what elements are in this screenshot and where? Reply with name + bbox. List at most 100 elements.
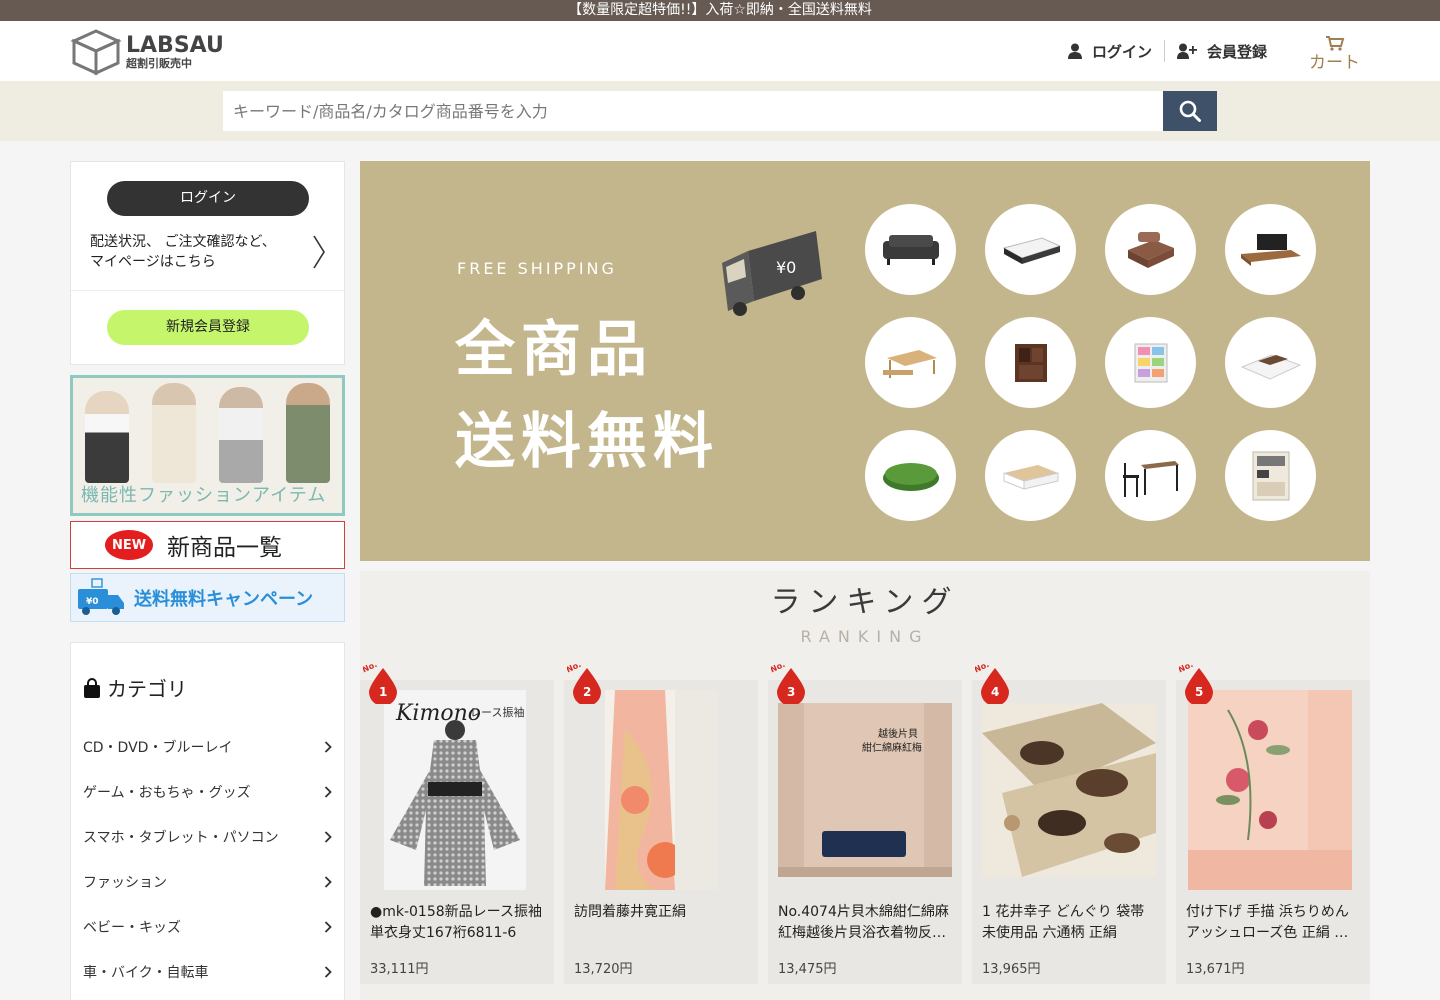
category-item[interactable]: CD・DVD・ブルーレイ: [71, 724, 344, 769]
category-title: カテゴリ: [107, 677, 187, 701]
product-price: 13,671円: [1186, 962, 1245, 977]
category-item[interactable]: ゲーム・おもちゃ・グッズ: [71, 769, 344, 814]
rank-badge-icon: No. 1: [363, 662, 397, 704]
rank-badge-prefix: No.: [1179, 662, 1194, 674]
dining-table-icon: [865, 317, 956, 408]
category-label: ゲーム・おもちゃ・グッズ: [83, 784, 251, 801]
furniture-circles: [865, 204, 1316, 521]
ranking-subtitle: RANKING: [800, 627, 930, 646]
rank-number: 3: [787, 685, 795, 699]
kotatsu-icon: [1225, 317, 1316, 408]
hero-headline: 送料無料: [455, 407, 719, 477]
sidebar: ログイン 配送状況、 ご注文確認など、 マイページはこちら 新規会員登録 機能性…: [70, 161, 345, 1000]
chevron-right-icon: [324, 920, 332, 933]
tv-stand-icon: [1225, 204, 1316, 295]
rank-number: 2: [583, 685, 591, 699]
product-name[interactable]: 1 花井幸子 どんぐり 袋帯 未使用品 六通柄 正絹: [982, 902, 1160, 944]
chevron-right-icon: [324, 785, 332, 798]
hero-kicker: FREE SHIPPING: [457, 259, 617, 278]
free-shipping-banner[interactable]: ¥0 送料無料キャンペーン: [70, 573, 345, 622]
product-card[interactable]: No. 5 付け下げ 手描 浜ちりめん アッシュローズ色 正絹 … 13,671…: [1176, 662, 1370, 984]
category-item[interactable]: ベビー・キッズ: [71, 904, 344, 949]
cart-button[interactable]: カート: [1309, 35, 1360, 73]
new-badge: NEW: [105, 530, 153, 560]
product-price: 13,720円: [574, 962, 633, 977]
search-band: [0, 81, 1440, 141]
site-header: LABSAU 超割引販売中 ログイン 会員登録 カート: [0, 21, 1440, 81]
category-panel: カテゴリ CD・DVD・ブルーレイ ゲーム・おもちゃ・グッズ スマホ・タブレット…: [70, 642, 345, 1000]
fashion-banner-text: 機能性ファッションアイテム: [81, 485, 327, 506]
ranking-section: ランキング RANKING Kimono レース振袖 No. 1 ●mk-015…: [360, 571, 1370, 1000]
header-login-link[interactable]: ログイン: [1056, 41, 1164, 62]
search-input[interactable]: [223, 91, 1163, 131]
delivery-truck-icon: ¥0: [78, 577, 124, 615]
sidebar-register-button[interactable]: 新規会員登録: [107, 310, 309, 345]
category-label: ベビー・キッズ: [83, 919, 181, 936]
product-image-subtitle: レース振袖: [470, 705, 524, 719]
chevron-right-icon: [324, 965, 332, 978]
chevron-right-icon[interactable]: [312, 234, 326, 270]
product-image: Kimono レース振袖: [384, 690, 526, 890]
category-label: CD・DVD・ブルーレイ: [83, 739, 233, 756]
model-figure: [151, 383, 196, 483]
product-image: 越後片貝 紺仁綿麻紅梅: [778, 703, 952, 877]
svg-text:¥0: ¥0: [86, 597, 99, 607]
product-card[interactable]: No. 2 訪問着藤井寛正絹 13,720円: [564, 662, 758, 984]
product-image-title: 越後片貝: [878, 727, 918, 740]
fashion-models-image: [73, 378, 342, 483]
rank-badge-prefix: No.: [363, 662, 378, 674]
product-name[interactable]: No.4074片貝木綿紺仁綿麻紅梅越後片貝浴衣着物反…: [778, 902, 956, 944]
rank-number: 5: [1195, 685, 1203, 699]
login-panel: ログイン 配送状況、 ご注文確認など、 マイページはこちら 新規会員登録: [70, 161, 345, 365]
login-desc-line: マイページはこちら: [90, 254, 216, 270]
chevron-right-icon: [324, 740, 332, 753]
chevron-right-icon: [324, 830, 332, 843]
model-figure: [84, 391, 129, 483]
fashion-banner[interactable]: 機能性ファッションアイテム: [70, 375, 345, 516]
product-price: 13,475円: [778, 962, 837, 977]
model-figure: [286, 383, 331, 483]
product-name[interactable]: 訪問着藤井寛正絹: [574, 902, 752, 923]
header-nav: ログイン 会員登録 カート: [1056, 21, 1360, 81]
bedding-icon: [1105, 204, 1196, 295]
free-shipping-text: 送料無料キャンペーン: [134, 588, 314, 610]
sidebar-login-button[interactable]: ログイン: [107, 181, 309, 216]
site-logo[interactable]: LABSAU 超割引販売中: [70, 27, 224, 77]
header-register-label: 会員登録: [1206, 42, 1267, 61]
free-shipping-hero-banner[interactable]: FREE SHIPPING 全商品 送料無料 ¥0: [360, 161, 1370, 561]
product-name[interactable]: 付け下げ 手描 浜ちりめん アッシュローズ色 正絹 …: [1186, 902, 1364, 944]
box-logo-icon: [70, 29, 122, 76]
product-image-subtitle: 紺仁綿麻紅梅: [862, 741, 922, 754]
category-item[interactable]: ファッション: [71, 859, 344, 904]
ranking-cards: Kimono レース振袖 No. 1 ●mk-0158新品レース振袖単衣身丈16…: [360, 662, 1370, 984]
category-item[interactable]: 車・バイク・自転車: [71, 949, 344, 994]
rank-number: 4: [991, 685, 999, 699]
product-image: [1188, 690, 1352, 890]
drawer-chest-icon: [1105, 317, 1196, 408]
logo-wordmark: LABSAU: [126, 32, 224, 58]
product-image: [982, 703, 1156, 877]
rank-badge-prefix: No.: [771, 662, 786, 674]
rug-icon: [865, 430, 956, 521]
category-label: ファッション: [83, 874, 167, 891]
truck-price-label: ¥0: [776, 258, 796, 277]
new-products-banner[interactable]: NEW 新商品一覧: [70, 521, 345, 569]
product-image: [605, 690, 717, 890]
coffee-table-icon: [985, 430, 1076, 521]
product-card[interactable]: No. 4 1 花井幸子 どんぐり 袋帯 未使用品 六通柄 正絹 13,965円: [972, 662, 1166, 984]
user-icon: [1067, 43, 1082, 59]
ranking-title: ランキング: [770, 585, 960, 620]
header-login-label: ログイン: [1091, 42, 1152, 61]
product-card[interactable]: Kimono レース振袖 No. 1 ●mk-0158新品レース振袖単衣身丈16…: [360, 662, 554, 984]
model-figure: [219, 387, 264, 483]
category-label: 車・バイク・自転車: [83, 964, 209, 981]
search-button[interactable]: [1163, 91, 1217, 131]
sofa-icon: [865, 204, 956, 295]
category-item[interactable]: スマホ・タブレット・パソコン: [71, 814, 344, 859]
mypage-link[interactable]: 配送状況、 ご注文確認など、 マイページはこちら: [90, 232, 300, 272]
header-register-link[interactable]: 会員登録: [1165, 41, 1279, 62]
product-name[interactable]: ●mk-0158新品レース振袖単衣身丈167裄6811-6: [370, 902, 548, 944]
rank-badge-icon: No. 2: [567, 662, 601, 704]
product-card[interactable]: 越後片貝 紺仁綿麻紅梅 No. 3 No.4074片貝木綿紺仁綿麻紅梅越後片貝浴…: [768, 662, 962, 984]
category-list: CD・DVD・ブルーレイ ゲーム・おもちゃ・グッズ スマホ・タブレット・パソコン…: [71, 724, 344, 994]
